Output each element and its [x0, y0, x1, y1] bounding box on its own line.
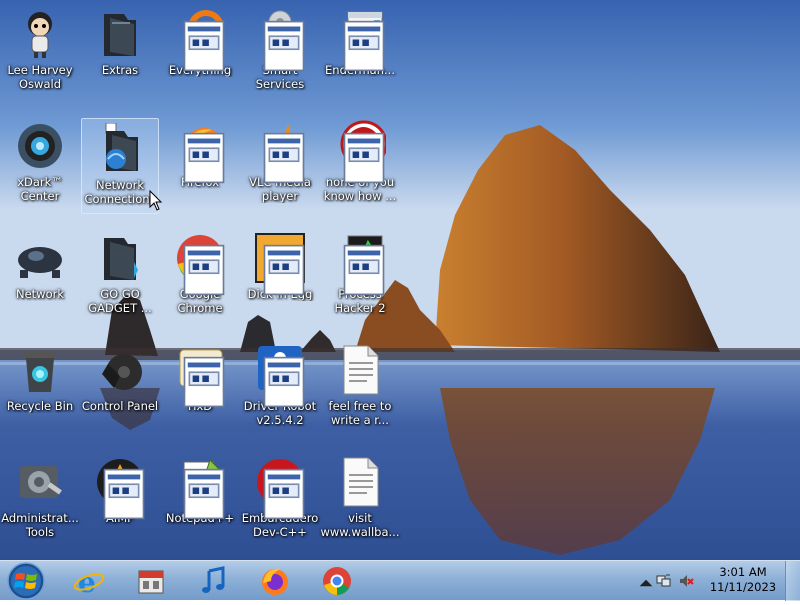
- desktop-icon-everything[interactable]: Everything: [161, 4, 239, 100]
- desktop-icon-xdark-center[interactable]: xDark™ Center: [1, 116, 79, 212]
- chrome-icon: [323, 567, 351, 595]
- desktop-icon-process-hacker-2[interactable]: Process Hacker 2: [321, 228, 399, 324]
- network-folder-icon: [94, 123, 146, 175]
- admin-tools-icon: [14, 456, 66, 508]
- recycle-bin-icon: [14, 344, 66, 396]
- shortcut-document-icon: [183, 132, 225, 184]
- aimp-icon: [94, 456, 146, 520]
- hxd-icon: D: [174, 344, 226, 408]
- desktop-icon-google-chrome[interactable]: Google Chrome: [161, 228, 239, 324]
- desktop-icon-extras[interactable]: Extras: [81, 4, 159, 100]
- text-document-icon: [334, 344, 386, 396]
- shortcut-document-icon: [263, 468, 305, 520]
- shortcut-document-icon: [183, 244, 225, 296]
- window-icon: [334, 8, 386, 72]
- shortcut-document-icon: [263, 244, 305, 296]
- desktop-icon-administrative-tools[interactable]: Administrat... Tools: [1, 452, 79, 548]
- svg-text:e: e: [78, 566, 96, 597]
- firefox-icon: [262, 568, 288, 595]
- system-tray: 3:01 AM 11/11/2023: [630, 561, 800, 601]
- shortcut-document-icon: [263, 356, 305, 408]
- desktop-icon-network[interactable]: Network: [1, 228, 79, 324]
- desktop-icon-aimp[interactable]: AIMP: [81, 452, 159, 548]
- red-swirl-icon: [334, 120, 386, 184]
- windows-logo-icon: [7, 562, 45, 600]
- desktop-icon-go-go-gadget[interactable]: GO GO GADGET ...: [81, 228, 159, 324]
- shortcut-document-icon: [263, 132, 305, 184]
- desktop-icon-lee-harvey-oswald[interactable]: Lee Harvey Oswald: [1, 4, 79, 100]
- show-desktop-button[interactable]: [785, 561, 800, 601]
- vlc-cone-icon: [254, 120, 306, 184]
- desktop-icon-label: GO GO GADGET ...: [88, 287, 152, 315]
- shortcut-document-icon: [183, 356, 225, 408]
- taskbar-pin-internet-explorer[interactable]: e: [64, 563, 114, 599]
- taskbar-clock[interactable]: 3:01 AM 11/11/2023: [708, 565, 778, 595]
- desktop-icon-label: xDark™ Center: [17, 175, 63, 203]
- taskbar-pin-chrome[interactable]: [312, 563, 362, 599]
- everything-search-icon: [174, 8, 226, 72]
- desktop-icon-notepad-plus-plus[interactable]: Notepad++: [161, 452, 239, 548]
- folder-dark-icon: [94, 232, 146, 284]
- shortcut-document-icon: [183, 20, 225, 72]
- desktop-icon-control-panel[interactable]: Control Panel: [81, 340, 159, 436]
- network-status-icon[interactable]: [656, 573, 672, 589]
- desktop-icon-feel-free-to-write[interactable]: feel free to write a r...: [321, 340, 399, 436]
- desktop-icon-network-connections[interactable]: Network Connections: [81, 118, 159, 214]
- desktop-icon-enderman[interactable]: Enderman...: [321, 4, 399, 100]
- music-note-icon: [202, 566, 225, 593]
- desktop[interactable]: Lee Harvey Oswald xDark™ Center Network …: [0, 0, 800, 560]
- chrome-icon: [174, 232, 226, 296]
- network-dark-icon: [14, 232, 66, 284]
- control-panel-icon: [94, 344, 146, 396]
- taskbar-pin-app-store[interactable]: [126, 563, 176, 599]
- devcpp-icon: DEV+: [254, 456, 306, 520]
- desktop-icon-label: Administrat... Tools: [1, 511, 79, 539]
- shortcut-document-icon: [103, 468, 145, 520]
- shortcut-document-icon: [183, 468, 225, 520]
- shortcut-document-icon: [263, 20, 305, 72]
- desktop-icon-hxd[interactable]: D HxD: [161, 340, 239, 436]
- desktop-icon-label: Network: [15, 287, 65, 301]
- text-document-icon: [334, 456, 386, 508]
- dick-in-egg-icon: e: [254, 232, 306, 296]
- firefox-icon: [174, 120, 226, 184]
- desktop-icon-label: Lee Harvey Oswald: [7, 63, 73, 91]
- volume-muted-icon[interactable]: [678, 573, 694, 589]
- taskbar: e 3:01 AM 11/11/2023: [0, 560, 800, 601]
- desktop-icon-none-of-you-know-how[interactable]: none of you know how ...: [321, 116, 399, 212]
- clock-date: 11/11/2023: [709, 580, 777, 594]
- desktop-icon-smart-services[interactable]: •·· Smart Services: [241, 4, 319, 100]
- taskbar-pin-music[interactable]: [188, 563, 238, 599]
- desktop-icon-label: Recycle Bin: [6, 399, 74, 413]
- clock-time: 3:01 AM: [719, 565, 767, 579]
- xdark-icon: [14, 120, 66, 172]
- mouse-cursor-icon: [149, 190, 163, 211]
- desktop-icon-driver-robot[interactable]: Driver Robot v2.5.4.2: [241, 340, 319, 436]
- taskbar-pin-firefox[interactable]: [250, 563, 300, 599]
- desktop-icon-label: feel free to write a r...: [328, 399, 392, 427]
- desktop-icon-recycle-bin[interactable]: Recycle Bin: [1, 340, 79, 436]
- process-hacker-icon: [334, 232, 386, 296]
- show-hidden-icons-chevron-up-icon[interactable]: [638, 575, 654, 591]
- desktop-icon-label: Control Panel: [81, 399, 159, 413]
- desktop-icon-firefox[interactable]: Firefox: [161, 116, 239, 212]
- cartoon-person-icon: [14, 8, 66, 60]
- desktop-icon-embarcadero-dev-cpp[interactable]: DEV+ Embarcadero Dev-C++: [241, 452, 319, 548]
- desktop-icon-label: Extras: [101, 63, 139, 77]
- desktop-icon-visit-wallbase[interactable]: visit www.wallba...: [321, 452, 399, 548]
- desktop-icon-label: visit www.wallba...: [320, 511, 400, 539]
- folder-dark-icon: [94, 8, 146, 60]
- shortcut-document-icon: [343, 20, 385, 72]
- app-store-icon: [138, 570, 164, 594]
- gear-settings-icon: •··: [254, 8, 306, 72]
- shortcut-document-icon: [343, 244, 385, 296]
- notepad-plus-icon: [174, 456, 226, 520]
- shortcut-document-icon: [343, 132, 385, 184]
- start-button[interactable]: [4, 561, 48, 601]
- desktop-icon-vlc-media-player[interactable]: VLC media player: [241, 116, 319, 212]
- driver-robot-icon: [254, 344, 306, 408]
- internet-explorer-icon: e: [73, 566, 105, 597]
- desktop-icon-dick-in-egg[interactable]: e Dick in Egg: [241, 228, 319, 324]
